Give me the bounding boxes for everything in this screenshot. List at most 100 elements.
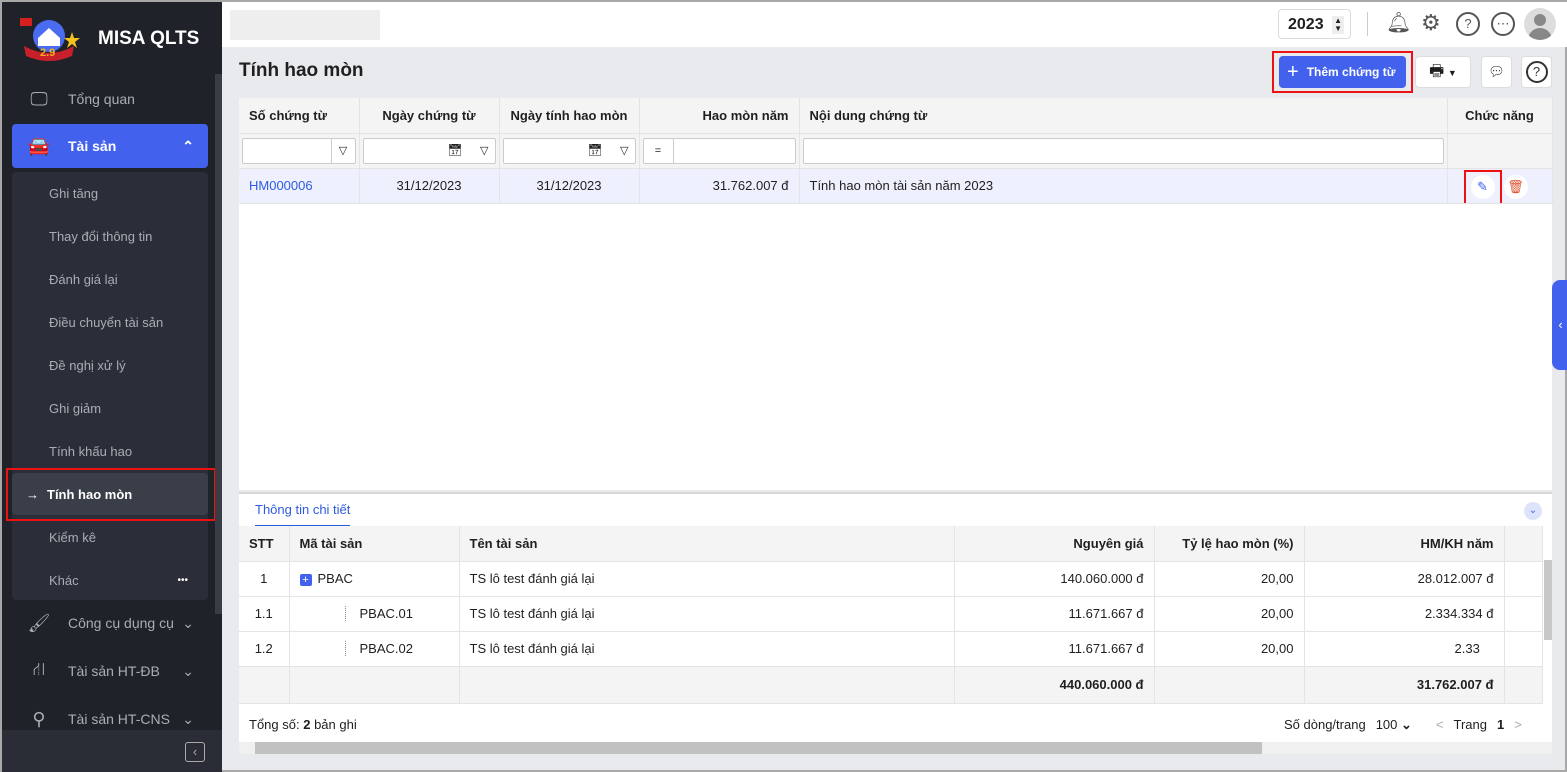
nav-cong-cu-dung-cu[interactable]: 🖌 Công cụ dụng cụ ⌄: [12, 602, 208, 644]
filter-icon[interactable]: ▽: [620, 144, 628, 157]
table-row[interactable]: 1.1 PBAC.01 TS lô test đánh giá lại 11.671.…: [239, 596, 1543, 632]
col-header-hm-kh-nam: HM/KH năm: [1304, 526, 1505, 562]
cell-stt: 1: [239, 561, 290, 597]
submenu-tai-san: Ghi tăng Thay đổi thông tin Đánh giá lại…: [12, 172, 208, 600]
nav-label: Tổng quan: [68, 91, 135, 107]
filter-icon[interactable]: ▽: [480, 144, 488, 157]
cell-noi-dung: Tính hao mòn tài sản năm 2023: [799, 168, 1448, 204]
col-header-chuc-nang: Chức năng: [1447, 98, 1553, 134]
paint-roller-icon: 🖌: [27, 612, 51, 633]
caret-down-icon: ▼: [1447, 68, 1457, 78]
chevron-down-icon: ⌄: [1401, 717, 1412, 732]
cell-ma: PBAC.01: [344, 606, 413, 621]
current-page[interactable]: 1: [1497, 717, 1504, 733]
nav-label: Tài sản: [68, 138, 117, 154]
filter-ngay-chung-tu[interactable]: 📅︎ ▽: [362, 137, 496, 164]
nav-label: Tài sản HT-ĐB: [68, 663, 160, 679]
sub-item-label: Khác: [49, 572, 79, 588]
highlight-box: [6, 468, 216, 521]
expand-plus-icon[interactable]: +: [299, 574, 312, 586]
table-row[interactable]: HM000006 31/12/2023 31/12/2023 31.762.00…: [239, 168, 1553, 204]
help-icon[interactable]: ?: [1456, 12, 1480, 36]
page-size-value: 100: [1375, 717, 1398, 732]
next-page-button[interactable]: >: [1514, 717, 1522, 733]
page-size-select[interactable]: 100 ⌄: [1376, 717, 1412, 733]
col-header-so-chung-tu[interactable]: Số chứng từ: [239, 98, 360, 134]
sub-item-dieu-chuyen[interactable]: Điều chuyển tài sản: [12, 301, 208, 343]
prev-page-button[interactable]: <: [1436, 717, 1444, 733]
sub-item-ghi-tang[interactable]: Ghi tăng: [12, 172, 208, 214]
col-header-ten-tai-san: Tên tài sản: [459, 526, 955, 562]
chevron-down-icon: ⌄: [182, 614, 194, 631]
year-picker[interactable]: 2023 ▲ ▼: [1278, 9, 1351, 39]
add-voucher-button[interactable]: + Thêm chứng từ: [1279, 56, 1406, 88]
sub-item-de-nghi-xu-ly[interactable]: Đề nghị xử lý: [12, 344, 208, 386]
filter-icon[interactable]: ▽: [330, 138, 355, 163]
collapse-sidebar-button[interactable]: ‹: [185, 742, 205, 762]
voucher-table: Số chứng từ Ngày chứng từ Ngày tính hao …: [239, 98, 1553, 204]
trash-icon[interactable]: 🗑︎: [1503, 174, 1528, 199]
sub-item-danh-gia-lai[interactable]: Đánh giá lại: [12, 258, 208, 300]
plus-icon: +: [1287, 60, 1299, 83]
sub-item-kiem-ke[interactable]: Kiểm kê: [12, 516, 208, 558]
col-header-noi-dung[interactable]: Nội dung chứng từ: [799, 98, 1448, 134]
cell-ten: TS lô test đánh giá lại: [459, 561, 955, 597]
pipe-icon: ⚲: [32, 708, 46, 729]
app-logo: 2.9: [20, 18, 80, 61]
unit-name-placeholder: [230, 10, 380, 40]
more-icon[interactable]: •••: [177, 575, 188, 586]
sub-item-thay-doi-thong-tin[interactable]: Thay đổi thông tin: [12, 215, 208, 257]
cell-ty-le: 20,00: [1154, 596, 1305, 632]
calendar-icon[interactable]: 📅︎: [587, 143, 602, 157]
horizontal-scrollbar[interactable]: [239, 742, 1552, 754]
gear-icon[interactable]: ⚙: [1421, 10, 1441, 36]
cell-ma: PBAC.02: [344, 641, 413, 656]
edit-icon[interactable]: ✎: [1470, 174, 1495, 199]
printer-icon: 🖶: [1429, 63, 1445, 80]
totals-row: 440.060.000 đ 31.762.007 đ: [239, 666, 1543, 704]
svg-text:2.9: 2.9: [40, 47, 55, 59]
help-button[interactable]: ?: [1521, 56, 1552, 88]
filter-so-chung-tu[interactable]: ▽: [242, 137, 356, 164]
spinner-icon[interactable]: ▲ ▼: [1332, 16, 1344, 34]
table-row[interactable]: 1 + PBAC TS lô test đánh giá lại 140.060.000…: [239, 561, 1543, 597]
sub-item-ghi-giam[interactable]: Ghi giảm: [12, 387, 208, 429]
nav-tai-san-ht-db[interactable]: ⛙ Tài sản HT-ĐB ⌄: [12, 650, 208, 692]
cell-ty-le: 20,00: [1154, 561, 1305, 597]
table-row[interactable]: 1.2 PBAC.02 TS lô test đánh giá lại 11.671.…: [239, 631, 1543, 667]
filter-noi-dung[interactable]: [802, 137, 1444, 164]
feedback-button[interactable]: 💬︎: [1481, 56, 1512, 88]
filter-hao-mon-nam[interactable]: =: [642, 137, 796, 164]
tab-thong-tin-chi-tiet[interactable]: Thông tin chi tiết: [255, 502, 351, 527]
cell-hm: 2.33: [1304, 631, 1505, 667]
filter-operator[interactable]: =: [644, 138, 674, 163]
calendar-icon[interactable]: 📅︎: [447, 143, 462, 157]
cell-ten: TS lô test đánh giá lại: [459, 596, 955, 632]
sidebar-scrollbar[interactable]: [215, 74, 222, 614]
house-car-icon: 🚘: [27, 135, 51, 156]
bell-icon[interactable]: 🔔︎: [1386, 10, 1411, 35]
filter-ngay-tinh-hao-mon[interactable]: 📅︎ ▽: [502, 137, 636, 164]
cell-stt: 1.2: [239, 631, 290, 667]
avatar[interactable]: [1524, 8, 1556, 40]
nav-tai-san[interactable]: 🚘 Tài sản ⌃: [12, 124, 208, 168]
nav-tong-quan[interactable]: 🖵 Tổng quan: [12, 78, 208, 120]
cell-nguyen-gia: 11.671.667 đ: [954, 631, 1155, 667]
expand-right-panel-button[interactable]: ‹: [1552, 280, 1567, 370]
voucher-number-link[interactable]: HM000006: [239, 168, 360, 204]
cell-ten: TS lô test đánh giá lại: [459, 631, 955, 667]
detail-vertical-scrollbar[interactable]: [1544, 560, 1552, 640]
cell-ma: PBAC: [317, 571, 353, 586]
col-header-ngay-tinh-hao-mon[interactable]: Ngày tính hao mòn: [499, 98, 640, 134]
print-button[interactable]: 🖶 ▼: [1415, 56, 1471, 88]
total-hm: 31.762.007 đ: [1304, 666, 1505, 704]
chat-icon: 💬︎: [1488, 64, 1505, 79]
col-header-hao-mon-nam[interactable]: Hao mòn năm: [639, 98, 800, 134]
col-header-ngay-chung-tu[interactable]: Ngày chứng từ: [359, 98, 500, 134]
cell-nguyen-gia: 140.060.000 đ: [954, 561, 1155, 597]
sub-item-khac[interactable]: Khác •••: [12, 559, 208, 601]
sub-item-tinh-khau-hao[interactable]: Tính khấu hao: [12, 430, 208, 472]
more-icon[interactable]: ⋯: [1491, 12, 1515, 36]
chevron-down-icon[interactable]: ⌄: [1524, 502, 1542, 520]
add-voucher-label: Thêm chứng từ: [1306, 65, 1396, 79]
